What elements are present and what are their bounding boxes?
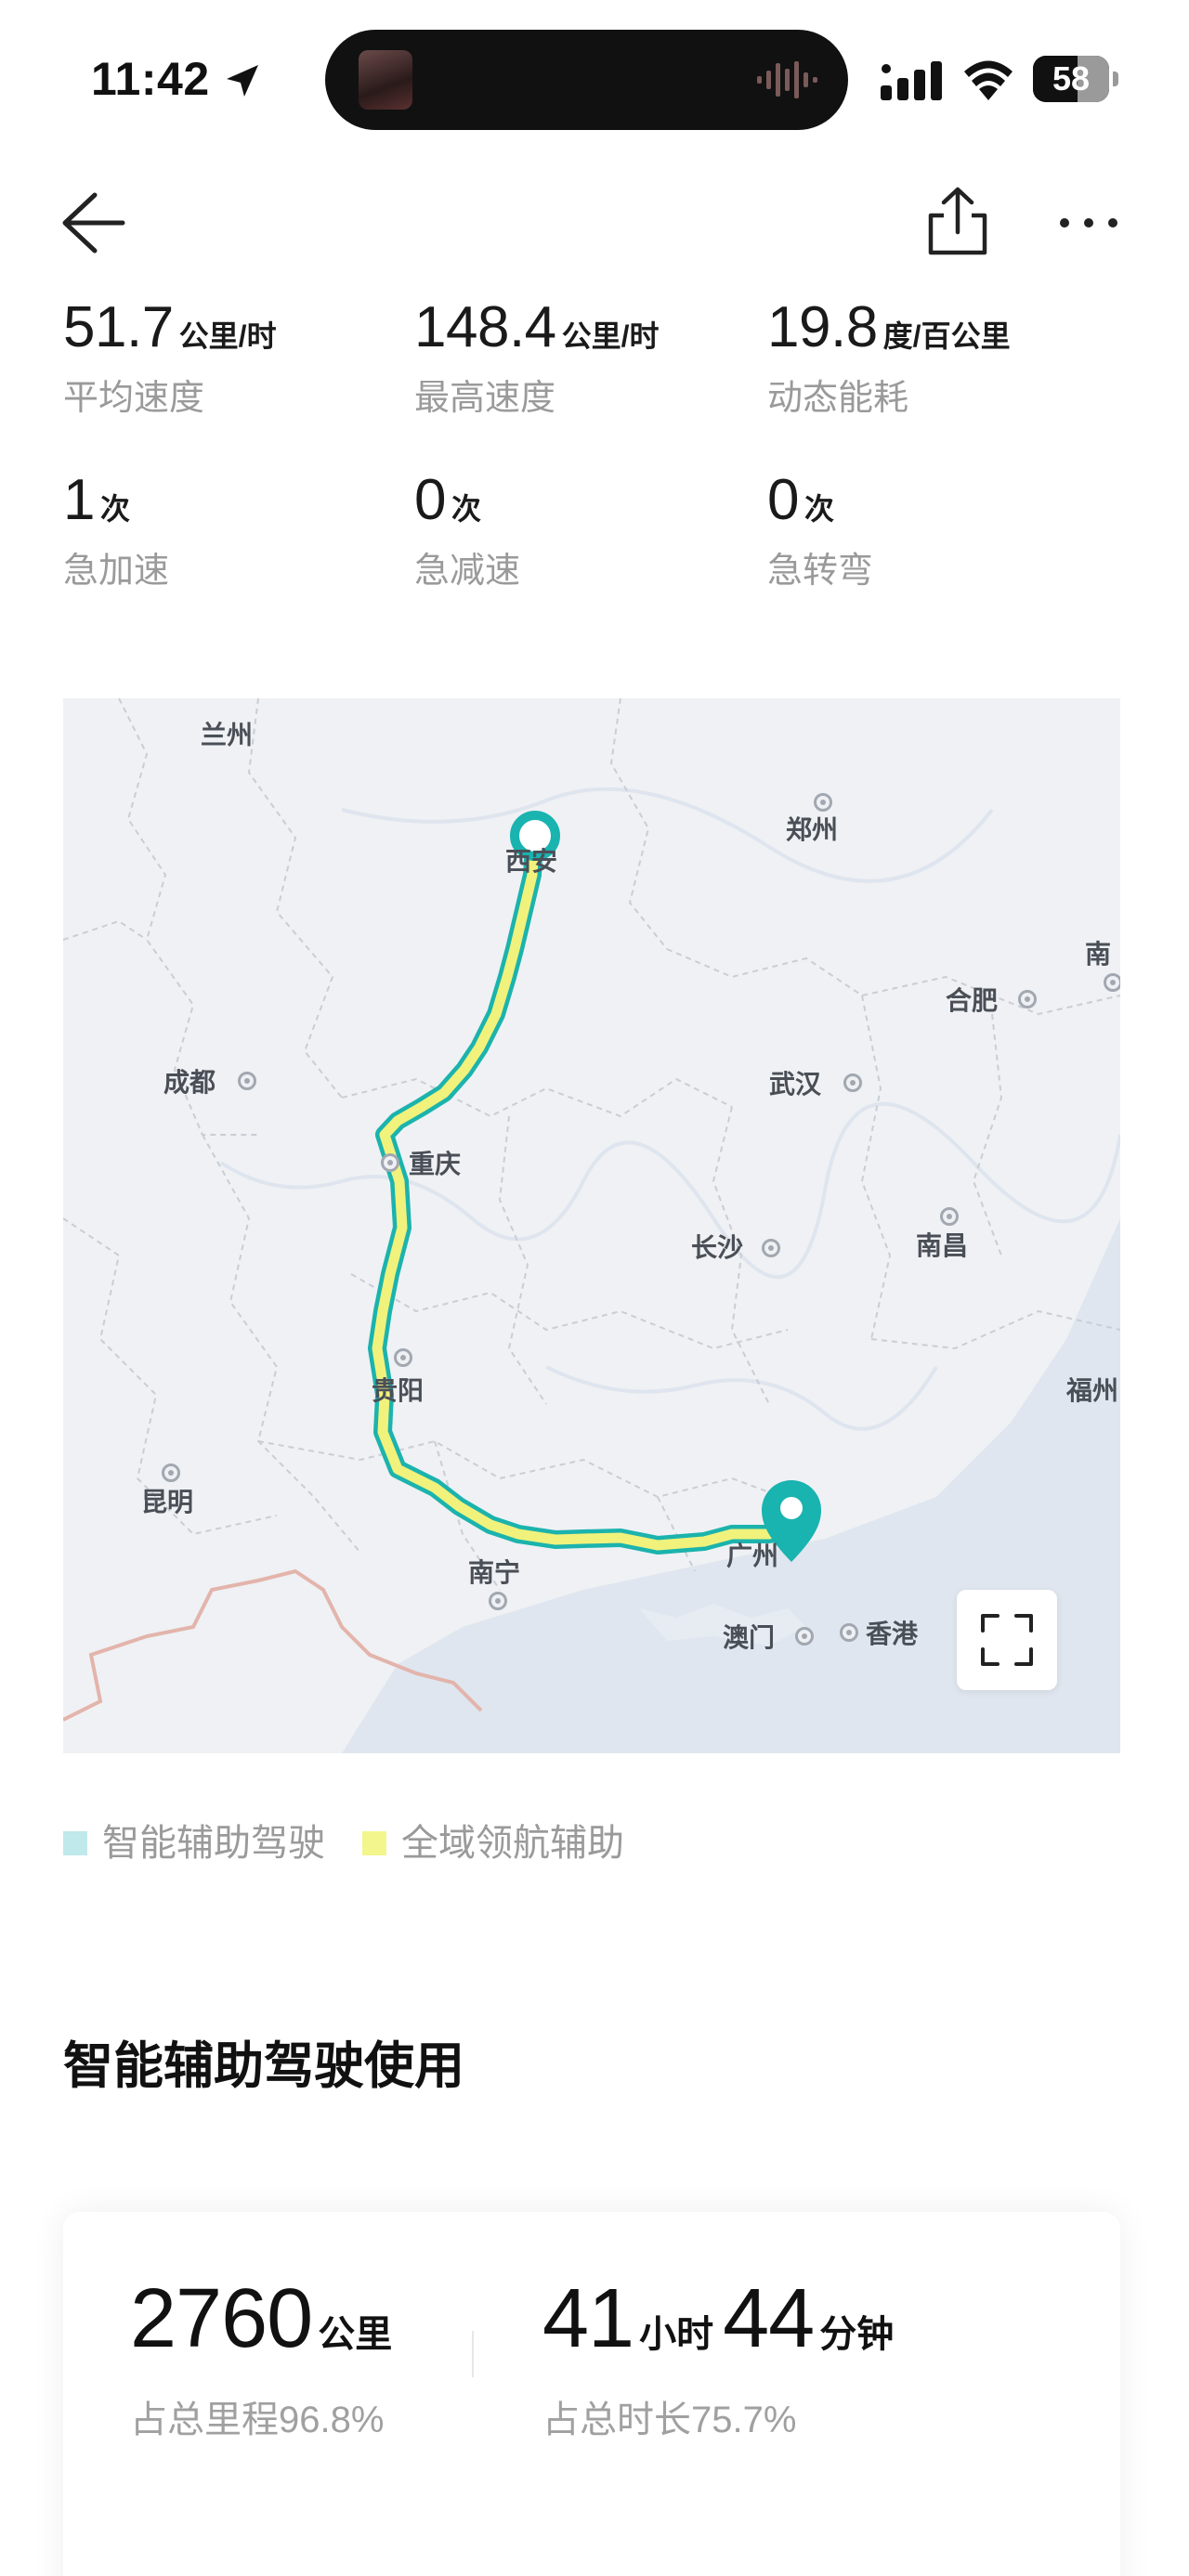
route-map[interactable]: 兰州 西安 郑州 成都 武汉 合肥 南 重庆 长沙 南昌 贵阳 福州 昆明 南宁… <box>63 698 1120 1753</box>
battery-icon: 58 <box>1033 56 1118 102</box>
city-dot <box>940 1207 959 1226</box>
fullscreen-button[interactable] <box>957 1590 1057 1690</box>
hours-unit: 小时 <box>639 2314 714 2355</box>
city-label-changsha: 长沙 <box>691 1233 744 1262</box>
city-label-nanning: 南宁 <box>468 1558 521 1587</box>
stat-average-speed: 51.7 公里/时 平均速度 <box>63 299 416 418</box>
city-dot <box>762 1239 780 1257</box>
legend-label: 全域领航辅助 <box>401 1823 624 1864</box>
stat-unit: 次 <box>451 492 481 526</box>
stat-hard-acceleration: 1次 急加速 <box>63 472 416 591</box>
city-dot <box>1018 990 1037 1008</box>
city-label-chengdu: 成都 <box>163 1068 216 1097</box>
minutes-unit: 分钟 <box>819 2314 895 2355</box>
stat-label: 急转弯 <box>767 552 874 591</box>
city-label-xian: 西安 <box>505 847 558 876</box>
stat-value: 148.4 <box>414 295 556 359</box>
now-playing-artwork <box>359 50 412 110</box>
city-label-chongqing: 重庆 <box>409 1150 462 1178</box>
city-dot <box>381 1153 399 1172</box>
usage-distance: 2760 公里 占总里程96.8% <box>130 2277 401 2439</box>
dynamic-island[interactable] <box>325 30 848 130</box>
assisted-driving-usage-card: 2760 公里 占总里程96.8% 41 小时 44 分钟 占总时长75.7% <box>63 2212 1120 2576</box>
stat-unit: 公里/时 <box>178 319 277 353</box>
more-icon[interactable] <box>1055 195 1122 251</box>
stat-unit: 次 <box>99 492 130 526</box>
minutes-value: 44 <box>723 2272 815 2365</box>
trip-detail-screen: 11:42 58 51.7 公里/时 平均速度 148.4 公里/时 最高速度 … <box>0 0 1189 2576</box>
stat-value: 0 <box>767 468 799 532</box>
city-label-guiyang: 贵阳 <box>372 1376 425 1405</box>
stat-energy-consumption: 19.8 度/百公里 动态能耗 <box>767 299 1120 418</box>
city-label-macau: 澳门 <box>723 1623 776 1652</box>
city-label-wuhan: 武汉 <box>769 1070 822 1099</box>
city-dot <box>843 1073 862 1092</box>
legend-swatch <box>63 1831 87 1855</box>
section-title: 智能辅助驾驶使用 <box>63 2038 464 2094</box>
stat-value: 0 <box>414 468 446 532</box>
usage-duration: 41 小时 44 分钟 占总时长75.7% <box>542 2277 903 2439</box>
city-dot <box>394 1348 412 1367</box>
stat-value: 19.8 <box>767 295 878 359</box>
distance-share: 占总里程96.8% <box>130 2400 385 2440</box>
status-bar: 11:42 58 <box>0 0 1189 158</box>
city-dot <box>238 1072 256 1090</box>
city-dot <box>795 1627 814 1646</box>
stat-value: 51.7 <box>63 295 174 359</box>
stat-label: 动态能耗 <box>767 379 909 418</box>
stat-value: 1 <box>63 468 95 532</box>
city-label-kunming: 昆明 <box>141 1488 194 1516</box>
legend-item-navigation-assist: 全域领航辅助 <box>362 1825 624 1862</box>
distance-unit: 公里 <box>318 2314 393 2355</box>
city-dot <box>814 793 832 812</box>
legend-swatch <box>362 1831 386 1855</box>
back-arrow-icon[interactable] <box>58 186 126 260</box>
stat-label: 平均速度 <box>63 379 205 418</box>
city-dot <box>1104 973 1120 992</box>
cellular-signal-icon <box>881 61 942 100</box>
legend-label: 智能辅助驾驶 <box>102 1823 325 1864</box>
stat-label: 急加速 <box>63 552 170 591</box>
location-arrow-icon <box>227 65 258 97</box>
city-label-guangzhou: 广州 <box>726 1542 779 1570</box>
stat-sharp-turn: 0次 急转弯 <box>767 472 1120 591</box>
city-label-hefei: 合肥 <box>946 986 999 1015</box>
legend-item-assisted-driving: 智能辅助驾驶 <box>63 1825 325 1862</box>
map-legend: 智能辅助驾驶 全域领航辅助 <box>63 1820 661 1867</box>
city-dot <box>489 1592 507 1610</box>
stat-max-speed: 148.4 公里/时 最高速度 <box>414 299 767 418</box>
city-label-fuzhou: 福州 <box>1066 1376 1119 1405</box>
stat-hard-braking: 0次 急减速 <box>414 472 767 591</box>
city-label-lanzhou: 兰州 <box>201 721 254 749</box>
stat-unit: 次 <box>804 492 834 526</box>
city-label-nanchang: 南昌 <box>916 1231 969 1260</box>
hours-value: 41 <box>542 2272 634 2365</box>
fullscreen-icon <box>981 1614 1033 1666</box>
stat-unit: 公里/时 <box>561 319 660 353</box>
city-dot <box>840 1623 858 1642</box>
city-label-nan: 南 <box>1085 940 1112 969</box>
stat-label: 最高速度 <box>414 379 556 418</box>
share-icon[interactable] <box>925 184 990 258</box>
battery-level: 58 <box>1052 59 1091 98</box>
time-share: 占总时长75.7% <box>542 2400 797 2440</box>
usage-divider <box>472 2331 474 2377</box>
city-dot <box>162 1464 180 1482</box>
stat-unit: 度/百公里 <box>882 319 1011 353</box>
distance-value: 2760 <box>130 2272 313 2365</box>
city-label-hongkong: 香港 <box>866 1620 919 1648</box>
city-label-zhengzhou: 郑州 <box>786 815 839 844</box>
wifi-icon <box>964 60 1013 100</box>
status-time: 11:42 <box>91 53 210 105</box>
stat-label: 急减速 <box>414 552 521 591</box>
audio-waveform-icon <box>757 61 817 98</box>
